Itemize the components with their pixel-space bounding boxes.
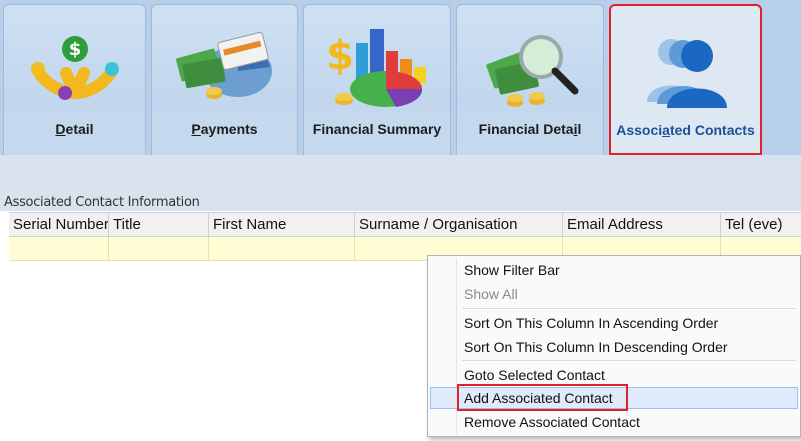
tab-financial-summary[interactable]: $ Financial Summary	[303, 4, 451, 155]
tab-ribbon: $ Detail Payments $ Financial Summary Fi…	[0, 0, 801, 155]
column-header-tel-eve[interactable]: Tel (eve)	[721, 213, 801, 237]
column-header-first-name[interactable]: First Name	[209, 213, 355, 237]
column-header-email[interactable]: Email Address	[563, 213, 721, 237]
credit-card-cash-icon	[175, 31, 272, 99]
hand-money-icon: $	[30, 36, 119, 100]
column-header-title[interactable]: Title	[109, 213, 209, 237]
section-title: Associated Contact Information	[4, 195, 200, 210]
grid-cell[interactable]	[9, 237, 109, 260]
tab-financial-detail[interactable]: Financial Detail	[456, 4, 604, 155]
column-header-surname[interactable]: Surname / Organisation	[355, 213, 563, 237]
svg-text:$: $	[326, 33, 354, 79]
menu-item-goto-selected-contact[interactable]: Goto Selected Contact	[430, 364, 798, 386]
tab-associated-contacts[interactable]: Associated Contacts	[609, 4, 762, 155]
magnifier-cash-icon	[486, 35, 579, 107]
svg-text:$: $	[68, 39, 81, 60]
menu-item-remove-associated-contact[interactable]: Remove Associated Contact	[430, 411, 798, 433]
people-contacts-icon	[646, 39, 727, 108]
column-header-serial-number[interactable]: Serial Number	[9, 213, 109, 237]
tab-label: Payments	[191, 121, 258, 137]
tab-label: Financial Detail	[478, 121, 582, 137]
tab-detail[interactable]: $ Detail	[3, 4, 146, 155]
menu-item-show-all: Show All	[464, 286, 518, 302]
grid-cell[interactable]	[109, 237, 209, 260]
grid-header: Serial Number Title First Name Surname /…	[9, 212, 801, 237]
menu-item-add-associated-contact[interactable]: Add Associated Contact	[430, 387, 798, 409]
context-menu: Show Filter Bar Show All Sort On This Co…	[427, 255, 801, 437]
tab-label: Financial Summary	[312, 121, 442, 137]
grid-cell[interactable]	[209, 237, 355, 260]
financial-chart-icon: $	[326, 29, 426, 107]
menu-separator	[462, 308, 796, 309]
tab-payments[interactable]: Payments	[151, 4, 298, 155]
menu-item-sort-descending[interactable]: Sort On This Column In Descending Order	[430, 336, 798, 358]
menu-item-show-filter-bar[interactable]: Show Filter Bar	[430, 259, 798, 281]
menu-item-sort-ascending[interactable]: Sort On This Column In Ascending Order	[430, 312, 798, 334]
tab-label: Detail	[55, 121, 94, 137]
tab-label: Associated Contacts	[616, 122, 755, 138]
menu-separator	[462, 360, 796, 361]
